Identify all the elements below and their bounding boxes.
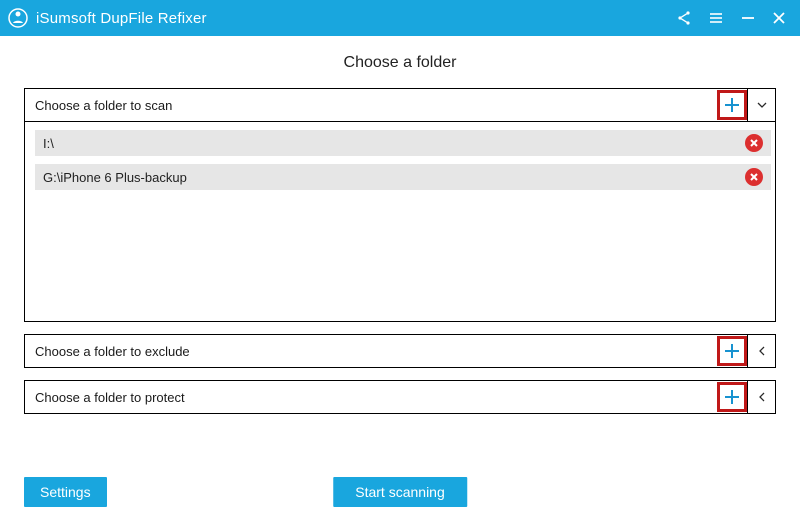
app-logo-icon xyxy=(8,8,28,28)
protect-section-chevron-left-icon[interactable] xyxy=(747,381,775,413)
add-scan-folder-button[interactable] xyxy=(717,90,747,120)
exclude-section-label: Choose a folder to exclude xyxy=(35,344,718,359)
add-protect-folder-button[interactable] xyxy=(717,382,747,412)
folder-path: G:\iPhone 6 Plus-backup xyxy=(43,170,745,185)
list-item: G:\iPhone 6 Plus-backup xyxy=(35,164,771,190)
start-scanning-button[interactable]: Start scanning xyxy=(333,477,467,507)
remove-folder-icon[interactable] xyxy=(745,134,763,152)
minimize-icon[interactable] xyxy=(740,10,756,26)
list-item: I:\ xyxy=(35,130,771,156)
protect-section: Choose a folder to protect xyxy=(24,380,776,414)
exclude-section: Choose a folder to exclude xyxy=(24,334,776,368)
bottom-bar: Settings Start scanning xyxy=(0,477,800,507)
title-bar: iSumsoft DupFile Refixer xyxy=(0,0,800,36)
scan-section-label: Choose a folder to scan xyxy=(35,98,718,113)
settings-button[interactable]: Settings xyxy=(24,477,107,507)
protect-section-label: Choose a folder to protect xyxy=(35,390,718,405)
menu-icon[interactable] xyxy=(708,10,724,26)
app-title: iSumsoft DupFile Refixer xyxy=(36,10,676,27)
page-title: Choose a folder xyxy=(0,54,800,72)
scan-section-chevron-down-icon[interactable] xyxy=(747,89,775,121)
exclude-section-chevron-left-icon[interactable] xyxy=(747,335,775,367)
folder-path: I:\ xyxy=(43,136,745,151)
content-area: Choose a folder to scan I:\ G:\iPhone 6 … xyxy=(0,88,800,414)
share-icon[interactable] xyxy=(676,10,692,26)
close-icon[interactable] xyxy=(772,10,786,26)
scan-folder-list[interactable]: I:\ G:\iPhone 6 Plus-backup xyxy=(25,121,775,321)
remove-folder-icon[interactable] xyxy=(745,168,763,186)
add-exclude-folder-button[interactable] xyxy=(717,336,747,366)
scan-section: Choose a folder to scan I:\ G:\iPhone 6 … xyxy=(24,88,776,322)
